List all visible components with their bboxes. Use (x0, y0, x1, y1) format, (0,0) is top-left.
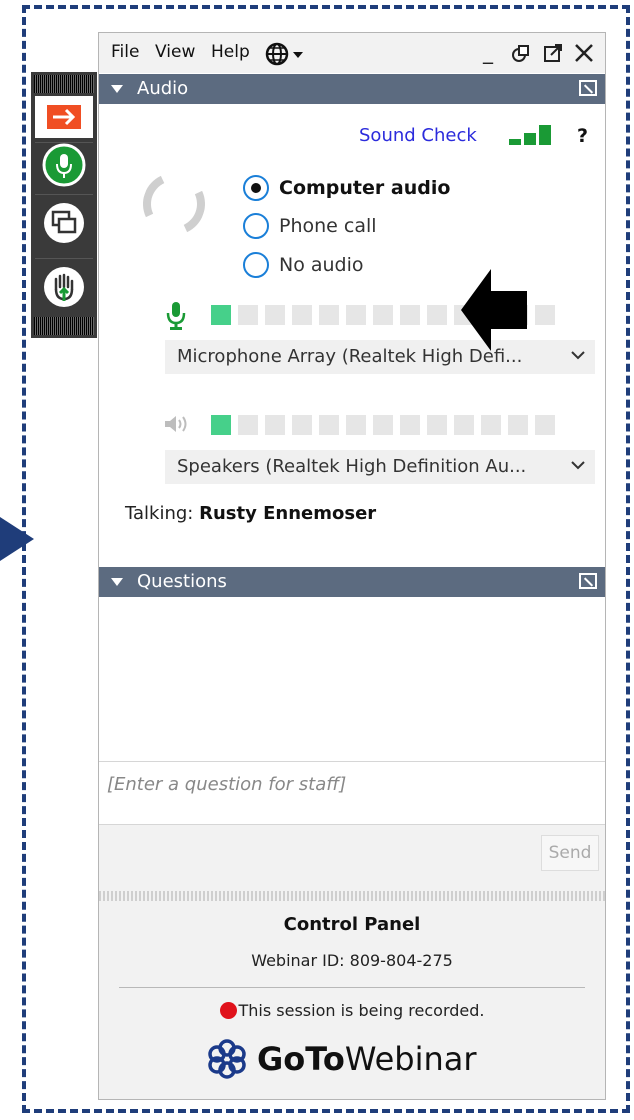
recording-text: This session is being recorded. (238, 1001, 485, 1020)
undock-icon[interactable] (579, 573, 597, 589)
screen-viewer-button[interactable] (35, 200, 93, 246)
questions-section-header[interactable]: Questions (99, 567, 605, 597)
audio-option-none[interactable]: No audio (243, 251, 364, 279)
pop-out-icon[interactable] (543, 43, 563, 67)
microphone-select[interactable]: Microphone Array (Realtek High Defi... (165, 340, 595, 374)
chevron-down-icon (569, 346, 587, 368)
send-button[interactable]: Send (541, 835, 599, 871)
toolbar-divider (35, 258, 93, 259)
audio-option-label: No audio (279, 254, 364, 276)
microphone-icon (42, 143, 86, 187)
recording-notice: This session is being recorded. (99, 1001, 605, 1020)
connecting-spinner-icon (134, 164, 214, 244)
questions-section-title: Questions (137, 571, 227, 592)
control-panel-title: Control Panel (283, 914, 421, 935)
audio-section-title: Audio (137, 78, 189, 99)
control-panel-footer: Control Panel Webinar ID: 809-804-275 Th… (99, 901, 605, 1099)
menu-bar: File View Help _ (99, 33, 605, 73)
menu-file[interactable]: File (111, 42, 139, 62)
speaker-select[interactable]: Speakers (Realtek High Definition Au... (165, 450, 595, 484)
talking-label: Talking: (125, 503, 194, 524)
minimize-icon[interactable]: _ (483, 41, 493, 63)
gotowebinar-flower-icon (208, 1039, 246, 1079)
raise-hand-icon (44, 267, 84, 307)
radio-selected-icon[interactable] (243, 175, 269, 201)
talking-name: Rusty Ennemoser (199, 503, 377, 524)
screen-share-icon (44, 203, 84, 243)
questions-log (99, 599, 605, 762)
recording-dot-icon (219, 1002, 237, 1019)
orange-arrow-icon (35, 96, 93, 138)
send-area: Send (99, 825, 605, 891)
question-input-placeholder: [Enter a question for staff] (107, 774, 347, 795)
menu-help[interactable]: Help (211, 42, 250, 62)
sound-check-link[interactable]: Sound Check (359, 125, 477, 146)
toolbar-divider (35, 194, 93, 195)
language-globe-menu[interactable] (265, 42, 307, 70)
control-panel-window: File View Help _ Audio Sound Check ? Com… (98, 32, 606, 1100)
signal-strength-icon (509, 125, 553, 145)
mute-microphone-button[interactable] (35, 142, 93, 188)
speaker-level-icon (165, 416, 187, 432)
raise-hand-button[interactable] (35, 264, 93, 310)
left-toolbar (31, 72, 97, 338)
speaker-select-value: Speakers (Realtek High Definition Au... (177, 456, 527, 477)
collapse-triangle-icon[interactable] (111, 85, 123, 93)
brand-webinar: Webinar (344, 1040, 477, 1078)
talking-indicator: Talking: Rusty Ennemoser (125, 503, 376, 524)
gotowebinar-logo: GoToWebinar (207, 1037, 477, 1081)
audio-option-phone[interactable]: Phone call (243, 212, 377, 240)
question-input[interactable]: [Enter a question for staff] (99, 762, 605, 825)
chevron-down-icon (569, 456, 587, 478)
radio-icon[interactable] (243, 252, 269, 278)
audio-option-computer[interactable]: Computer audio (243, 174, 450, 202)
toolbar-grip-top[interactable] (34, 75, 94, 93)
brand-goto: GoTo (257, 1040, 345, 1078)
audio-option-label: Computer audio (279, 177, 451, 199)
radio-icon[interactable] (243, 213, 269, 239)
audio-option-label: Phone call (279, 215, 377, 237)
collapse-panel-button[interactable] (35, 94, 93, 140)
divider (119, 987, 585, 988)
webinar-id: Webinar ID: 809-804-275 (251, 951, 453, 970)
callout-pointer-arrow (0, 517, 34, 561)
close-icon[interactable] (573, 42, 595, 68)
collapse-triangle-icon[interactable] (111, 578, 123, 586)
toolbar-grip-bottom[interactable] (34, 317, 94, 335)
menu-view[interactable]: View (155, 42, 195, 62)
audio-section-header[interactable]: Audio (99, 74, 605, 104)
resize-grip[interactable] (99, 891, 605, 901)
undock-icon[interactable] (579, 80, 597, 96)
pointer-arrow-icon (461, 269, 527, 351)
globe-icon (265, 42, 303, 66)
audio-help-button[interactable]: ? (577, 125, 588, 147)
restore-icon[interactable] (511, 43, 531, 67)
microphone-level-icon (166, 302, 186, 330)
